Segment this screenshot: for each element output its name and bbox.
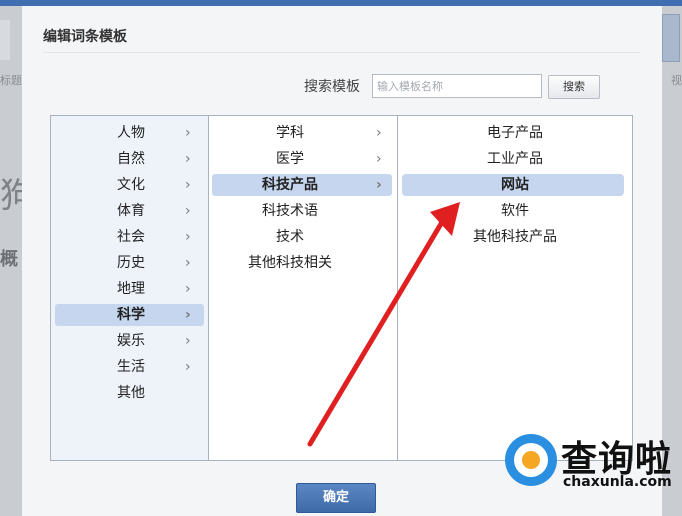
- category-level1-item-label: 科学: [117, 307, 145, 323]
- category-level2-item[interactable]: 学科 ›: [209, 122, 397, 144]
- watermark-search-icon: [505, 434, 557, 486]
- chevron-right-icon: ›: [185, 359, 191, 375]
- category-level1-item-label: 生活: [117, 359, 145, 375]
- category-level3-item[interactable]: 其他科技产品: [398, 226, 632, 248]
- category-level2-item-label: 学科: [276, 125, 304, 141]
- category-level3-item[interactable]: 软件: [398, 200, 632, 222]
- category-level3-item[interactable]: 网站: [402, 174, 624, 196]
- category-level1-item-label: 体育: [117, 203, 145, 219]
- search-button[interactable]: 搜索: [548, 75, 600, 99]
- chevron-right-icon: ›: [376, 151, 382, 167]
- category-level1-item-label: 其他: [117, 385, 145, 401]
- chevron-right-icon: ›: [185, 307, 191, 323]
- category-level1-item[interactable]: 娱乐 ›: [51, 330, 208, 352]
- category-level1-item[interactable]: 人物 ›: [51, 122, 208, 144]
- chevron-right-icon: ›: [185, 281, 191, 297]
- category-level3-item-label: 软件: [501, 203, 529, 219]
- category-level1-item-label: 文化: [117, 177, 145, 193]
- category-level2-item[interactable]: 医学 ›: [209, 148, 397, 170]
- watermark-url: chaxunla.com: [563, 474, 672, 490]
- dialog-title: 编辑词条模板: [43, 29, 127, 45]
- chevron-right-icon: ›: [185, 333, 191, 349]
- chevron-right-icon: ›: [376, 125, 382, 141]
- category-level2-item-label: 技术: [276, 229, 304, 245]
- background-left-icon: [0, 20, 10, 60]
- category-level1-item[interactable]: 自然 ›: [51, 148, 208, 170]
- category-level2-item[interactable]: 科技产品 ›: [212, 174, 392, 196]
- background-left-label: 标题: [0, 74, 22, 87]
- confirm-button[interactable]: 确定: [296, 483, 376, 513]
- category-level3-item[interactable]: 电子产品: [398, 122, 632, 144]
- category-level1-item-label: 人物: [117, 125, 145, 141]
- chevron-right-icon: ›: [185, 151, 191, 167]
- chevron-right-icon: ›: [185, 255, 191, 271]
- category-level3-item-label: 网站: [501, 177, 529, 193]
- title-divider: [43, 52, 640, 53]
- category-level2-item[interactable]: 科技术语: [209, 200, 397, 222]
- category-level2-item-label: 科技术语: [262, 203, 318, 219]
- search-label: 搜索模板: [304, 79, 360, 95]
- search-input[interactable]: [372, 74, 542, 98]
- category-level1-item[interactable]: 生活 ›: [51, 356, 208, 378]
- category-column-level2: 学科 › 医学 › 科技产品 › 科技术语技术其他科技相关: [209, 116, 398, 460]
- chevron-right-icon: ›: [185, 177, 191, 193]
- category-level2-item[interactable]: 技术: [209, 226, 397, 248]
- category-column-level3: 电子产品工业产品网站软件其他科技产品: [398, 116, 632, 460]
- category-level1-item[interactable]: 科学 ›: [55, 304, 204, 326]
- category-level1-item[interactable]: 文化 ›: [51, 174, 208, 196]
- background-right-icon: [662, 14, 680, 62]
- category-level1-item-label: 自然: [117, 151, 145, 167]
- chevron-right-icon: ›: [185, 125, 191, 141]
- category-level3-item-label: 其他科技产品: [473, 229, 557, 245]
- chevron-right-icon: ›: [376, 177, 382, 193]
- category-level1-item[interactable]: 其他: [51, 382, 208, 404]
- category-level1-item-label: 娱乐: [117, 333, 145, 349]
- category-level1-item[interactable]: 历史 ›: [51, 252, 208, 274]
- category-level3-item-label: 电子产品: [487, 125, 543, 141]
- watermark-logo: 查询啦 chaxunla.com: [505, 428, 675, 498]
- category-level1-item-label: 历史: [117, 255, 145, 271]
- category-level1-item[interactable]: 社会 ›: [51, 226, 208, 248]
- category-level2-item-label: 科技产品: [262, 177, 318, 193]
- category-level2-item-label: 其他科技相关: [248, 255, 332, 271]
- category-level1-item[interactable]: 地理 ›: [51, 278, 208, 300]
- category-level1-item-label: 地理: [117, 281, 145, 297]
- category-level3-item-label: 工业产品: [487, 151, 543, 167]
- category-level1-item[interactable]: 体育 ›: [51, 200, 208, 222]
- background-right-label: 视: [671, 74, 682, 87]
- category-level2-item[interactable]: 其他科技相关: [209, 252, 397, 274]
- chevron-right-icon: ›: [185, 203, 191, 219]
- template-category-columns: 人物 › 自然 › 文化 › 体育 › 社会 › 历史 › 地理 › 科学 › 娱乐 › 生活 › 其他 学科 › 医学 › 科…: [50, 115, 633, 461]
- category-level2-item-label: 医学: [276, 151, 304, 167]
- category-level3-item[interactable]: 工业产品: [398, 148, 632, 170]
- chevron-right-icon: ›: [185, 229, 191, 245]
- category-column-level1: 人物 › 自然 › 文化 › 体育 › 社会 › 历史 › 地理 › 科学 › 娱乐 › 生活 › 其他: [51, 116, 209, 460]
- background-left-subheading: 概: [0, 249, 18, 270]
- category-level1-item-label: 社会: [117, 229, 145, 245]
